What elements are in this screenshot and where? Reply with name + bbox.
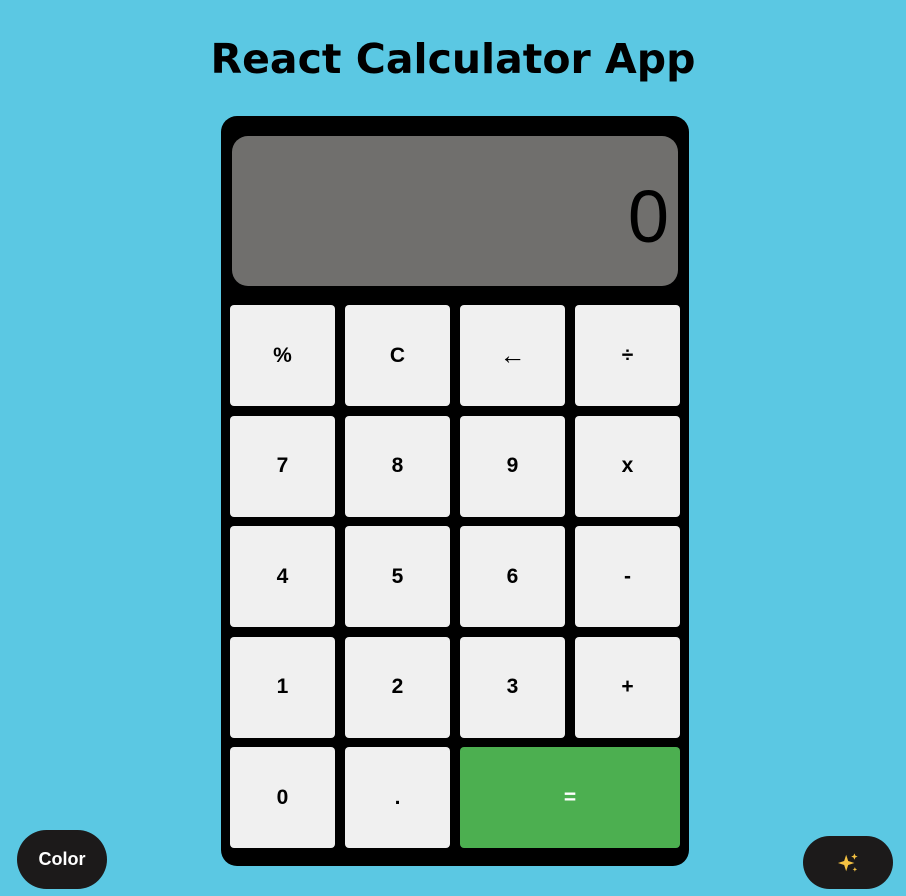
calculator-display: 0: [232, 136, 678, 286]
percent-key[interactable]: %: [230, 305, 335, 406]
digit-1-key[interactable]: 1: [230, 636, 335, 738]
magic-button[interactable]: [803, 836, 893, 889]
decimal-key[interactable]: .: [345, 747, 450, 848]
subtract-key[interactable]: -: [575, 526, 680, 627]
clear-key[interactable]: C: [345, 305, 450, 406]
digit-0-key[interactable]: 0: [230, 747, 335, 848]
color-button[interactable]: Color: [17, 830, 107, 889]
digit-9-key[interactable]: 9: [460, 415, 565, 517]
add-key[interactable]: +: [575, 636, 680, 738]
digit-5-key[interactable]: 5: [345, 526, 450, 627]
equals-key[interactable]: =: [460, 747, 680, 848]
digit-4-key[interactable]: 4: [230, 526, 335, 627]
multiply-key[interactable]: x: [575, 415, 680, 517]
digit-3-key[interactable]: 3: [460, 636, 565, 738]
backspace-key[interactable]: ←: [460, 305, 565, 406]
keypad: % C ← ÷ 7 8 9 x 4 5 6 - 1 2 3 + 0 . =: [230, 305, 680, 848]
sparkles-icon: [837, 852, 858, 872]
digit-2-key[interactable]: 2: [345, 636, 450, 738]
digit-8-key[interactable]: 8: [345, 415, 450, 517]
display-value: 0: [627, 175, 669, 258]
divide-key[interactable]: ÷: [575, 305, 680, 406]
digit-7-key[interactable]: 7: [230, 415, 335, 517]
page-title: React Calculator App: [210, 35, 696, 83]
digit-6-key[interactable]: 6: [460, 526, 565, 627]
calculator: 0 % C ← ÷ 7 8 9 x 4 5 6 - 1 2 3 + 0 . =: [221, 116, 689, 866]
